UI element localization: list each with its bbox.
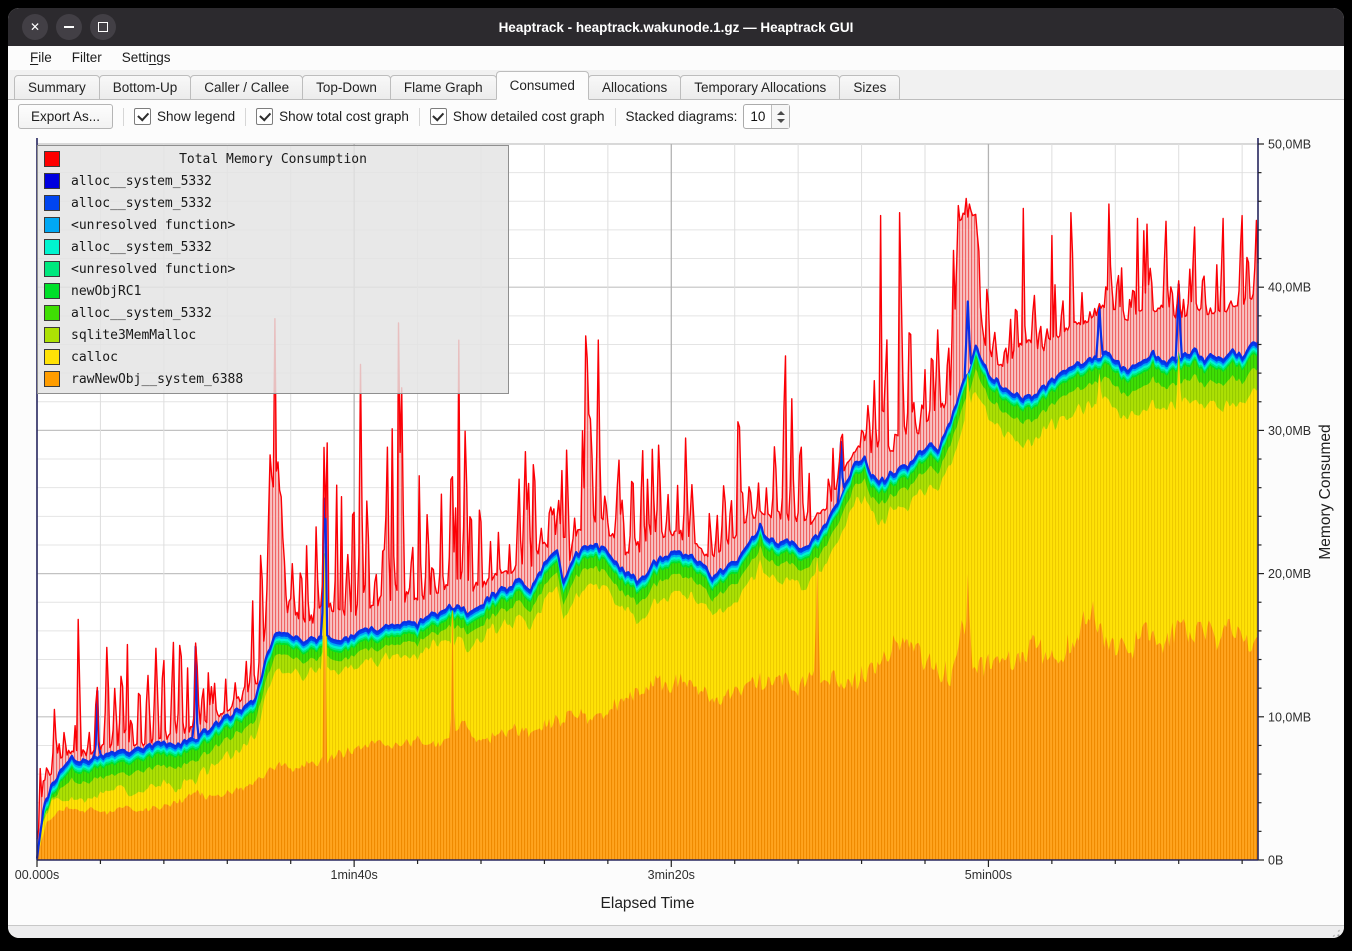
legend-swatch-icon: [44, 217, 60, 233]
legend-item: alloc__system_5332: [38, 236, 508, 258]
legend-item: alloc__system_5332: [38, 302, 508, 324]
window-title: Heaptrack - heaptrack.wakunode.1.gz — He…: [8, 20, 1344, 35]
x-tick-label: 00.000s: [15, 868, 59, 882]
toolbar-separator: [123, 108, 124, 126]
titlebar: ✕ Heaptrack - heaptrack.wakunode.1.gz — …: [8, 8, 1344, 46]
legend-label: <unresolved function>: [71, 262, 235, 277]
legend-title-row: Total Memory Consumption: [38, 148, 508, 170]
legend-item: <unresolved function>: [38, 258, 508, 280]
menu-item-settings[interactable]: Settings: [112, 48, 181, 68]
legend-label: sqlite3MemMalloc: [71, 328, 196, 343]
minimize-icon: [64, 26, 74, 28]
x-tick-label: 3min20s: [648, 868, 695, 882]
legend-swatch-icon: [44, 305, 60, 321]
menubar: FileFilterSettings: [8, 46, 1344, 70]
legend-item: calloc: [38, 346, 508, 368]
legend-swatch-icon: [44, 371, 60, 387]
legend-swatch-icon: [44, 327, 60, 343]
checkbox-label: Show legend: [157, 109, 235, 124]
spin-up-icon[interactable]: [777, 111, 785, 115]
checkbox-label: Show total cost graph: [279, 109, 409, 124]
legend-swatch-icon: [44, 349, 60, 365]
maximize-icon: [98, 22, 108, 32]
resize-grip-icon[interactable]: [1326, 928, 1341, 938]
legend-label: <unresolved function>: [71, 218, 235, 233]
export-button[interactable]: Export As...: [18, 104, 113, 129]
legend-swatch-icon: [44, 261, 60, 277]
spinbox-value: 10: [744, 105, 771, 128]
legend-item: rawNewObj__system_6388: [38, 368, 508, 390]
stacked-diagrams-spinbox[interactable]: 10: [743, 104, 790, 129]
spin-down-icon[interactable]: [777, 119, 785, 123]
toolbar: Export As... Show legend Show total cost …: [8, 100, 1344, 133]
tab-summary[interactable]: Summary: [14, 75, 100, 100]
toolbar-separator: [615, 108, 616, 126]
y-tick-label: 30,0MB: [1268, 424, 1311, 438]
legend-label: alloc__system_5332: [71, 174, 212, 189]
toolbar-separator: [245, 108, 246, 126]
legend-swatch-icon: [44, 239, 60, 255]
tab-bottom-up[interactable]: Bottom-Up: [99, 75, 192, 100]
legend-label: alloc__system_5332: [71, 306, 212, 321]
chart-area: 00.000s 1min40s 3min20s 5min00s 0B 10,0MB 20,0…: [8, 133, 1344, 925]
tab-temporary-allocations[interactable]: Temporary Allocations: [680, 75, 840, 100]
legend-item: newObjRC1: [38, 280, 508, 302]
minimize-button[interactable]: [56, 14, 82, 40]
tab-flame-graph[interactable]: Flame Graph: [390, 75, 497, 100]
tab-allocations[interactable]: Allocations: [588, 75, 681, 100]
legend-item: alloc__system_5332: [38, 170, 508, 192]
close-icon: ✕: [30, 21, 40, 33]
legend-item: sqlite3MemMalloc: [38, 324, 508, 346]
checkbox-show-detailed-cost-graph[interactable]: Show detailed cost graph: [430, 108, 605, 125]
y-tick-label: 40,0MB: [1268, 281, 1311, 295]
y-tick-label: 10,0MB: [1268, 710, 1311, 724]
menu-item-file[interactable]: File: [20, 48, 62, 68]
legend-item: alloc__system_5332: [38, 192, 508, 214]
app-window: ✕ Heaptrack - heaptrack.wakunode.1.gz — …: [8, 8, 1344, 938]
window-controls: ✕: [22, 8, 116, 46]
legend-item: <unresolved function>: [38, 214, 508, 236]
tab-bar: SummaryBottom-UpCaller / CalleeTop-DownF…: [8, 70, 1344, 100]
checkbox-show-total-cost-graph[interactable]: Show total cost graph: [256, 108, 409, 125]
legend-label: newObjRC1: [71, 284, 141, 299]
tab-caller-callee[interactable]: Caller / Callee: [190, 75, 303, 100]
x-axis-title: Elapsed Time: [601, 895, 695, 912]
toolbar-separator: [419, 108, 420, 126]
checkmark-icon: [430, 108, 447, 125]
y-tick-label: 0B: [1268, 854, 1283, 868]
maximize-button[interactable]: [90, 14, 116, 40]
y-tick-label: 50,0MB: [1268, 138, 1311, 152]
tab-top-down[interactable]: Top-Down: [302, 75, 391, 100]
legend-label: Total Memory Consumption: [38, 152, 508, 167]
checkbox-label: Show detailed cost graph: [453, 109, 605, 124]
checkmark-icon: [134, 108, 151, 125]
legend-swatch-icon: [44, 283, 60, 299]
status-bar: [8, 925, 1344, 938]
y-axis-title: Memory Consumed: [1317, 424, 1334, 559]
spinbox-arrows[interactable]: [771, 105, 789, 128]
checkmark-icon: [256, 108, 273, 125]
legend-label: alloc__system_5332: [71, 196, 212, 211]
checkbox-show-legend[interactable]: Show legend: [134, 108, 235, 125]
legend-swatch-icon: [44, 195, 60, 211]
chart-legend: Total Memory Consumption alloc__system_53…: [37, 145, 509, 394]
y-tick-label: 20,0MB: [1268, 567, 1311, 581]
x-tick-label: 1min40s: [331, 868, 378, 882]
close-button[interactable]: ✕: [22, 14, 48, 40]
legend-swatch-icon: [44, 173, 60, 189]
stacked-diagrams-label: Stacked diagrams:: [626, 109, 738, 124]
legend-label: rawNewObj__system_6388: [71, 372, 243, 387]
tab-consumed[interactable]: Consumed: [496, 71, 589, 100]
menu-item-filter[interactable]: Filter: [62, 48, 112, 68]
legend-label: calloc: [71, 350, 118, 365]
legend-label: alloc__system_5332: [71, 240, 212, 255]
tab-sizes[interactable]: Sizes: [839, 75, 900, 100]
x-tick-label: 5min00s: [965, 868, 1012, 882]
